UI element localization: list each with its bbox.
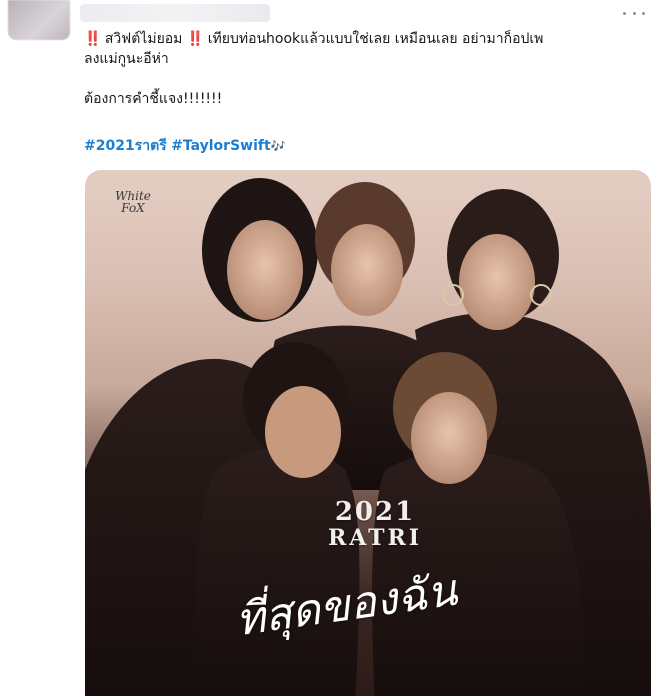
tweet-line-3: ต้องการคำชี้แจง!!!!!!! <box>84 91 223 107</box>
tweet-text-segment: เทียบท่อนhookแล้วแบบใช่เลย เหมือนเลย อย่… <box>203 31 544 47</box>
tweet-media-image[interactable]: White FoX 2021 RATRI ที่สุดของฉัน <box>85 170 651 696</box>
figure-face <box>227 220 303 320</box>
figure-face <box>331 224 403 316</box>
double-exclamation-icon: ‼️ <box>84 31 101 47</box>
tweet-text: ‼️ สวิฟต์ไม่ยอม ‼️ เทียบท่อนhookแล้วแบบใ… <box>84 29 644 109</box>
poster-year: 2021 <box>334 497 416 527</box>
dot <box>642 11 645 15</box>
hashtag-2021-ratri[interactable]: #2021ราตรี <box>84 138 167 154</box>
author-name-redacted[interactable] <box>80 4 270 22</box>
tweet-text-segment: สวิฟต์ไม่ยอม <box>100 31 187 47</box>
figure-face <box>265 386 341 478</box>
hashtag-taylor-swift[interactable]: #TaylorSwift <box>171 138 271 154</box>
poster-name: RATRI <box>327 525 423 551</box>
musical-notes-icon: 🎶 <box>270 139 286 153</box>
more-horizontal-icon[interactable] <box>623 6 645 20</box>
double-exclamation-icon: ‼️ <box>186 31 204 47</box>
figure-face <box>411 392 487 484</box>
figure-face <box>459 234 535 330</box>
tweet-line-1: ‼️ สวิฟต์ไม่ยอม ‼️ เทียบท่อนhookแล้วแบบใ… <box>84 29 644 49</box>
tweet-card: ‼️ สวิฟต์ไม่ยอม ‼️ เทียบท่อนhookแล้วแบบใ… <box>0 0 667 696</box>
hashtag-row: #2021ราตรี #TaylorSwift🎶 <box>84 136 286 156</box>
brand-logo: White FoX <box>115 189 151 215</box>
dot <box>632 11 636 15</box>
dot <box>623 11 626 15</box>
tweet-line-2: ลงแม่กูนะอีห่า <box>84 51 169 67</box>
avatar[interactable] <box>8 0 70 40</box>
poster-title: 2021 RATRI <box>295 498 455 550</box>
